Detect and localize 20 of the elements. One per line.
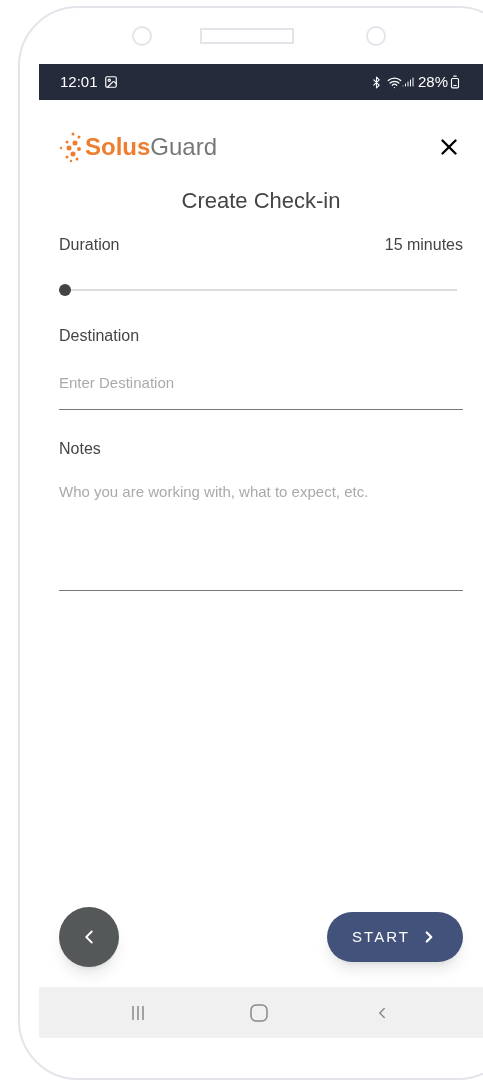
- back-button[interactable]: [59, 907, 119, 967]
- page-title: Create Check-in: [181, 187, 341, 215]
- notes-field[interactable]: Who you are working with, what to expect, etc.: [59, 481, 463, 591]
- home-icon[interactable]: [250, 1003, 268, 1022]
- status-time: 12:01: [60, 71, 98, 92]
- battery-icon: [448, 75, 462, 89]
- image-icon: [103, 75, 118, 89]
- duration-slider[interactable]: [59, 284, 457, 296]
- destination-field[interactable]: Enter Destination: [59, 366, 463, 410]
- speaker-icon: [200, 28, 294, 44]
- battery-percent: 28%: [417, 71, 448, 92]
- destination-label: Destination: [59, 326, 141, 346]
- logo-text: SolusGuard: [85, 132, 218, 162]
- sensor-icon: [366, 26, 386, 46]
- camera-icon: [132, 26, 152, 46]
- wifi-icon: [386, 74, 402, 90]
- duration-label: Duration: [59, 235, 120, 255]
- duration-value: 15 minutes: [384, 235, 463, 255]
- start-button[interactable]: START: [327, 912, 463, 962]
- notes-label: Notes: [59, 439, 102, 459]
